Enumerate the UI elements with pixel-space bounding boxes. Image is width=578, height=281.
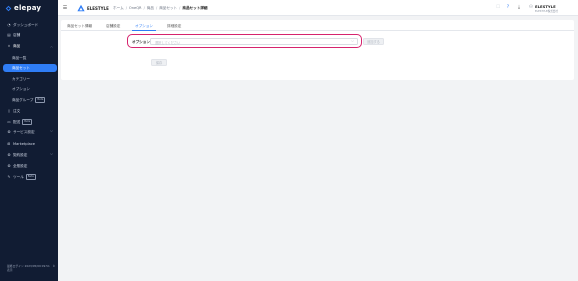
option-label: オプション: [132, 39, 150, 44]
option-select-placeholder: 選択してください: [155, 41, 181, 45]
sidebar-item-products[interactable]: ⌗ 商品 ︿: [3, 42, 57, 50]
help-icon[interactable]: ?: [505, 5, 511, 11]
breadcrumb-item[interactable]: OneQR: [129, 6, 142, 10]
sidebar-item-marketplace[interactable]: ⊞ Marketplace: [3, 140, 57, 148]
sidebar-item-label: ツール: [13, 174, 24, 179]
breadcrumb: ホーム / OneQR / 商品 / 商品セット / 商品セット詳細: [113, 5, 208, 10]
breadcrumb-current: 商品セット詳細: [182, 5, 208, 10]
breadcrumb-item[interactable]: 商品: [147, 6, 154, 10]
breadcrumb-item[interactable]: 商品セット: [159, 6, 177, 10]
logo[interactable]: elepay: [0, 0, 58, 16]
tag-icon: ⌗: [7, 44, 11, 48]
sidebar-footer: 最終ログイン 2023/05/09 09:51 表示 ⇕: [7, 264, 55, 272]
active-tab-indicator: [132, 30, 156, 31]
tab-detail-settings[interactable]: 詳細設定: [167, 24, 181, 29]
logo-text: elepay: [14, 4, 42, 12]
sidebar-item-dashboard[interactable]: ◔ ダッシュボード: [3, 21, 57, 29]
sidebar-item-contract-settings[interactable]: ⚙ 契約設定 ﹀: [3, 151, 57, 159]
sidebar: elepay ◔ ダッシュボード ▤ 店舗 ⌗ 商品 ︿ 商品一覧 商品セット …: [0, 0, 58, 281]
sidebar-item-label: 配送: [13, 119, 21, 124]
beta-badge: Beta: [25, 174, 36, 180]
gear-icon: ⚙: [7, 164, 11, 168]
sidebar-item-product-set[interactable]: 商品セット: [3, 64, 57, 72]
sidebar-item-label: 全般設定: [13, 163, 28, 168]
download-icon[interactable]: ⤓: [516, 5, 522, 11]
tab-options[interactable]: オプション: [135, 24, 153, 29]
sidebar-item-label: 契約設定: [13, 152, 28, 157]
tab-product-set-info[interactable]: 商品セット情報: [67, 24, 92, 29]
sidebar-item-options[interactable]: オプション: [3, 85, 57, 93]
contract-icon: ⚙: [7, 153, 11, 157]
sidebar-item-label: 商品セット: [12, 65, 30, 70]
sidebar-item-orders[interactable]: ▯ 注文: [3, 107, 57, 115]
menu-icon[interactable]: ☰: [62, 5, 68, 11]
sidebar-item-label: 店舗: [13, 32, 21, 37]
sidebar-item-label: 注文: [13, 108, 21, 113]
chevron-down-icon: ﹀: [49, 130, 53, 134]
store-icon: ▤: [7, 33, 11, 37]
beta-badge: Beta: [22, 119, 33, 125]
settings-icon: ⚙: [7, 130, 11, 134]
add-button[interactable]: 追加する: [363, 38, 384, 45]
sidebar-item-label: オプション: [12, 86, 30, 91]
top-bar: ☰ ELESTYLE ホーム / OneQR / 商品 / 商品セット / 商品セット詳細 ☐ …: [58, 0, 578, 16]
chevron-updown-icon[interactable]: ⇕: [52, 264, 55, 268]
sidebar-item-label: 商品一覧: [12, 55, 27, 60]
sidebar-item-label: サービス設定: [13, 129, 35, 134]
sidebar-item-service-settings[interactable]: ⚙ サービス設定 ﹀: [3, 128, 57, 136]
display-text[interactable]: 表示: [7, 268, 55, 272]
sidebar-item-label: 商品: [13, 43, 21, 48]
sidebar-item-product-group[interactable]: 商品グループ Beta: [3, 96, 57, 104]
tab-store-settings[interactable]: 店舗設定: [106, 24, 120, 29]
truck-icon: ▭: [7, 120, 11, 124]
sidebar-item-label: ダッシュボード: [13, 22, 39, 27]
sidebar-item-category[interactable]: カテゴリー: [3, 75, 57, 83]
chevron-down-icon: ﹀: [49, 153, 53, 157]
content-card: 商品セット情報 店舗設定 オプション 詳細設定 オプション 選択してください ﹀…: [61, 20, 574, 80]
beta-badge: Beta: [35, 97, 46, 103]
sidebar-item-label: 商品グループ: [12, 97, 34, 102]
grid-icon: ⊞: [7, 142, 11, 146]
dashboard-icon: ◔: [7, 23, 11, 27]
user-company: ELESTYLE株式会社: [535, 9, 558, 13]
sidebar-item-product-list[interactable]: 商品一覧: [3, 54, 57, 62]
shop-name[interactable]: ELESTYLE: [87, 6, 109, 11]
elepay-logo-icon: [5, 5, 12, 11]
sidebar-item-tools[interactable]: ✎ ツール Beta: [3, 173, 57, 181]
last-login-text: 最終ログイン 2023/05/09 09:51: [7, 264, 50, 268]
breadcrumb-item[interactable]: ホーム: [113, 6, 124, 10]
sidebar-item-delivery[interactable]: ▭ 配送 Beta: [3, 118, 57, 126]
option-select[interactable]: 選択してください ﹀: [150, 37, 358, 45]
tab-bar: 商品セット情報 店舗設定 オプション 詳細設定: [61, 20, 574, 31]
notification-icon[interactable]: ☐: [495, 5, 501, 11]
sidebar-item-label: Marketplace: [13, 142, 36, 146]
sidebar-item-store[interactable]: ▤ 店舗: [3, 31, 57, 39]
save-button[interactable]: 保存: [151, 59, 167, 66]
sidebar-item-general-settings[interactable]: ⚙ 全般設定: [3, 162, 57, 170]
tool-icon: ✎: [7, 175, 11, 179]
chevron-down-icon: ﹀: [350, 39, 354, 44]
shop-logo-icon: [77, 4, 85, 12]
sidebar-item-label: カテゴリー: [12, 76, 30, 81]
receipt-icon: ▯: [8, 109, 10, 113]
user-icon[interactable]: ⚇: [529, 5, 534, 11]
chevron-up-icon: ︿: [49, 44, 53, 48]
